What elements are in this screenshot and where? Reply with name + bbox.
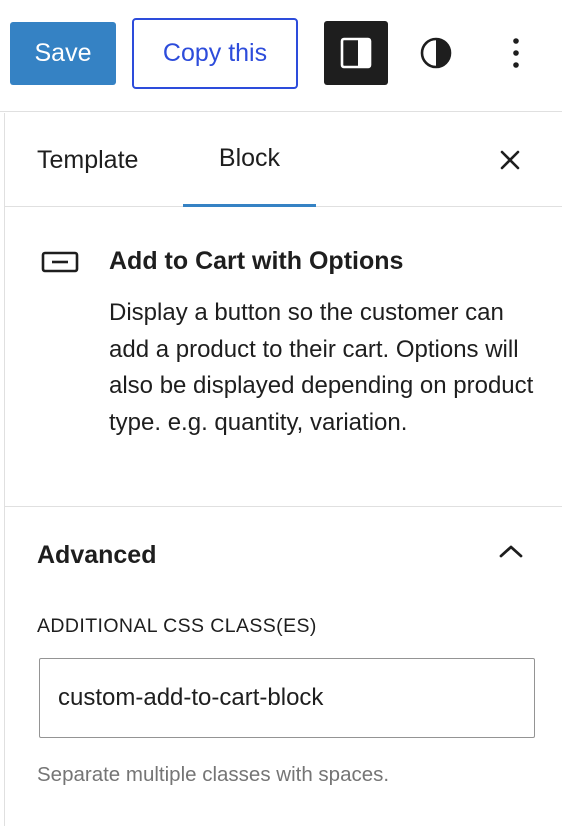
tab-block[interactable]: Block (183, 113, 316, 207)
settings-sidebar: Template Block Add to Cart with Options … (4, 113, 562, 826)
editor-toolbar: Save Copy this (0, 0, 562, 112)
half-circle-contrast-icon (420, 37, 452, 69)
advanced-panel-title: Advanced (37, 541, 157, 569)
css-class-label: ADDITIONAL CSS CLASS(ES) (37, 615, 317, 637)
close-sidebar-button[interactable] (489, 139, 531, 181)
copy-this-button[interactable]: Copy this (132, 18, 298, 89)
sidebar-tabs: Template Block (5, 113, 562, 207)
button-outline-icon (41, 251, 79, 273)
css-class-input[interactable] (39, 658, 535, 738)
block-card: Add to Cart with Options Display a butto… (5, 207, 562, 507)
vertical-ellipsis-icon (513, 38, 519, 68)
sidebar-toggle-button[interactable] (324, 21, 388, 85)
tab-template[interactable]: Template (37, 113, 138, 207)
more-options-button[interactable] (490, 21, 542, 85)
block-title: Add to Cart with Options (109, 247, 404, 275)
css-class-help-text: Separate multiple classes with spaces. (37, 763, 390, 786)
sidebar-toggle-icon (340, 37, 372, 69)
chevron-up-icon[interactable] (495, 535, 527, 567)
block-description: Display a button so the customer can add… (109, 299, 534, 436)
advanced-panel-toggle[interactable]: Advanced (5, 507, 562, 595)
save-button[interactable]: Save (10, 22, 116, 85)
close-icon (500, 150, 520, 170)
styles-button[interactable] (408, 21, 464, 85)
